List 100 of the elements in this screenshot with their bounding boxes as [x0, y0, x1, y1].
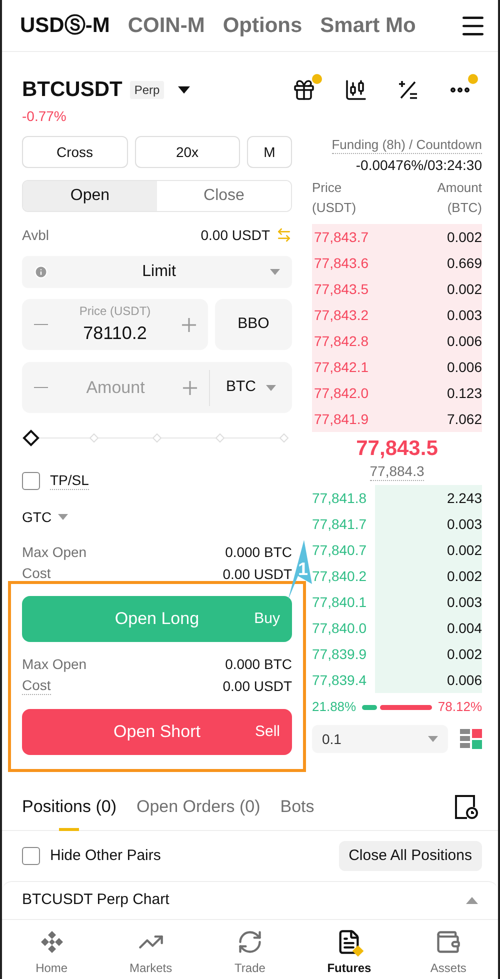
book-amount: 0.002	[446, 566, 482, 586]
nav-item[interactable]: Markets	[101, 929, 200, 977]
exchange-icon	[237, 929, 263, 955]
info-label: Max Open	[22, 654, 87, 674]
chart-bar[interactable]: BTCUSDT Perp Chart	[2, 881, 498, 919]
book-price: 77,841.9	[314, 410, 368, 428]
price-change: -0.77%	[22, 106, 68, 126]
book-price: 77,840.2	[312, 566, 366, 586]
book-amount: 0.003	[446, 306, 482, 324]
market-tab[interactable]: Smart Mo	[320, 10, 416, 42]
book-amount: 0.002	[446, 644, 482, 664]
checkbox[interactable]	[22, 847, 40, 865]
book-price: 77,842.8	[314, 332, 368, 350]
book-amount: 0.002	[446, 228, 482, 246]
minus-icon[interactable]	[34, 386, 48, 388]
candlestick-icon[interactable]	[344, 78, 368, 102]
hide-pairs-label[interactable]: Hide Other Pairs	[50, 844, 161, 868]
collapse-icon[interactable]	[466, 897, 478, 904]
gift-icon[interactable]	[292, 78, 316, 102]
book-price: 77,840.7	[312, 540, 366, 560]
margin-button[interactable]: 20x	[134, 136, 240, 168]
nav-item[interactable]: Assets	[398, 929, 498, 977]
nav-item[interactable]: Trade	[200, 929, 300, 977]
info-value: 0.000 BTC	[225, 542, 292, 562]
info-label: Cost	[22, 677, 51, 695]
symbol-name[interactable]: BTCUSDT	[22, 74, 122, 106]
sell-ratio: 78.12%	[438, 698, 482, 716]
unit-select[interactable]: BTC	[210, 376, 292, 399]
price-label: Price (USDT)	[79, 303, 151, 320]
unit-value: BTC	[226, 377, 256, 398]
bbo-button[interactable]: BBO	[215, 299, 292, 350]
column-unit: (BTC)	[447, 199, 482, 217]
book-price: 77,839.4	[312, 670, 366, 690]
info-value: 0.00 USDT	[222, 564, 292, 584]
plus-icon[interactable]	[182, 318, 196, 332]
side-tab[interactable]: Open	[23, 181, 157, 211]
market-tab[interactable]: COIN-M	[128, 10, 205, 42]
callout-number: 1	[298, 560, 308, 578]
price-field[interactable]: Price (USDT) 78110.2	[22, 299, 208, 350]
tab-underline	[59, 828, 80, 832]
checkbox[interactable]	[22, 472, 40, 490]
precision-select[interactable]: 0.1	[312, 725, 448, 753]
available-value: 0.00 USDT	[200, 226, 270, 244]
book-price: 77,843.2	[314, 306, 368, 324]
nav-item[interactable]: Futures	[300, 929, 399, 977]
book-amount: 7.062	[446, 410, 482, 428]
book-price: 77,839.9	[312, 644, 366, 664]
time-in-force-select[interactable]: GTC	[22, 507, 68, 527]
caret-icon	[428, 736, 438, 742]
mark-price: 77,884.3	[370, 462, 424, 481]
margin-button[interactable]: Cross	[22, 136, 128, 168]
info-icon[interactable]	[34, 265, 48, 279]
positions-tab[interactable]: Open Orders (0)	[136, 794, 260, 820]
margin-button[interactable]: M	[247, 136, 292, 168]
nav-item[interactable]: Home	[2, 929, 102, 977]
order-type-value: Limit	[141, 262, 177, 282]
book-amount: 0.003	[446, 592, 482, 612]
wallet-icon	[435, 929, 462, 955]
column-unit: (USDT)	[312, 199, 356, 217]
calculator-icon[interactable]	[396, 78, 420, 102]
order-type-select[interactable]: Limit	[22, 256, 292, 288]
transfer-icon[interactable]	[276, 227, 292, 243]
available-label: Avbl	[22, 226, 49, 244]
funding-label[interactable]: Funding (8h) / Countdown	[332, 136, 482, 154]
book-amount: 0.002	[446, 280, 482, 298]
market-tab[interactable]: USDⓈ-M	[20, 10, 110, 42]
book-price: 77,840.1	[312, 592, 366, 612]
positions-tab[interactable]: Bots	[280, 794, 314, 820]
book-amount: 0.002	[446, 540, 482, 560]
book-amount: 0.123	[446, 384, 482, 402]
plus-icon[interactable]	[183, 380, 197, 394]
perp-tag: Perp	[130, 80, 164, 99]
caret-icon	[270, 269, 280, 275]
open-short-button[interactable]: Open Short Sell	[22, 709, 292, 755]
book-price: 77,843.6	[314, 254, 368, 272]
book-price: 77,842.1	[314, 358, 368, 376]
caret-icon	[266, 384, 276, 390]
info-value: 0.00 USDT	[222, 676, 292, 696]
book-layout-icon[interactable]	[460, 728, 482, 750]
order-history-icon[interactable]	[454, 794, 478, 820]
amount-field[interactable]: Amount	[48, 374, 183, 400]
book-price: 77,843.5	[314, 280, 368, 298]
market-tab[interactable]: Options	[222, 10, 302, 42]
book-amount: 0.003	[446, 514, 482, 534]
positions-tab[interactable]: Positions (0)	[22, 794, 116, 820]
book-price: 77,840.0	[312, 618, 366, 638]
book-amount: 0.004	[446, 618, 482, 638]
book-price: 77,843.7	[314, 228, 368, 246]
info-label: Cost	[22, 565, 51, 583]
book-price: 77,842.0	[314, 384, 368, 402]
tpsl-label[interactable]: TP/SL	[50, 472, 89, 490]
price-value: 78110.2	[83, 322, 147, 345]
book-amount: 0.006	[446, 670, 482, 690]
minus-icon[interactable]	[34, 324, 48, 326]
book-price: 77,841.8	[312, 488, 366, 508]
info-value: 0.000 BTC	[225, 654, 292, 674]
book-amount: 0.006	[446, 332, 482, 350]
book-amount: 0.006	[446, 358, 482, 376]
close-all-button[interactable]: Close All Positions	[338, 841, 482, 871]
info-label: Max Open	[22, 542, 87, 562]
